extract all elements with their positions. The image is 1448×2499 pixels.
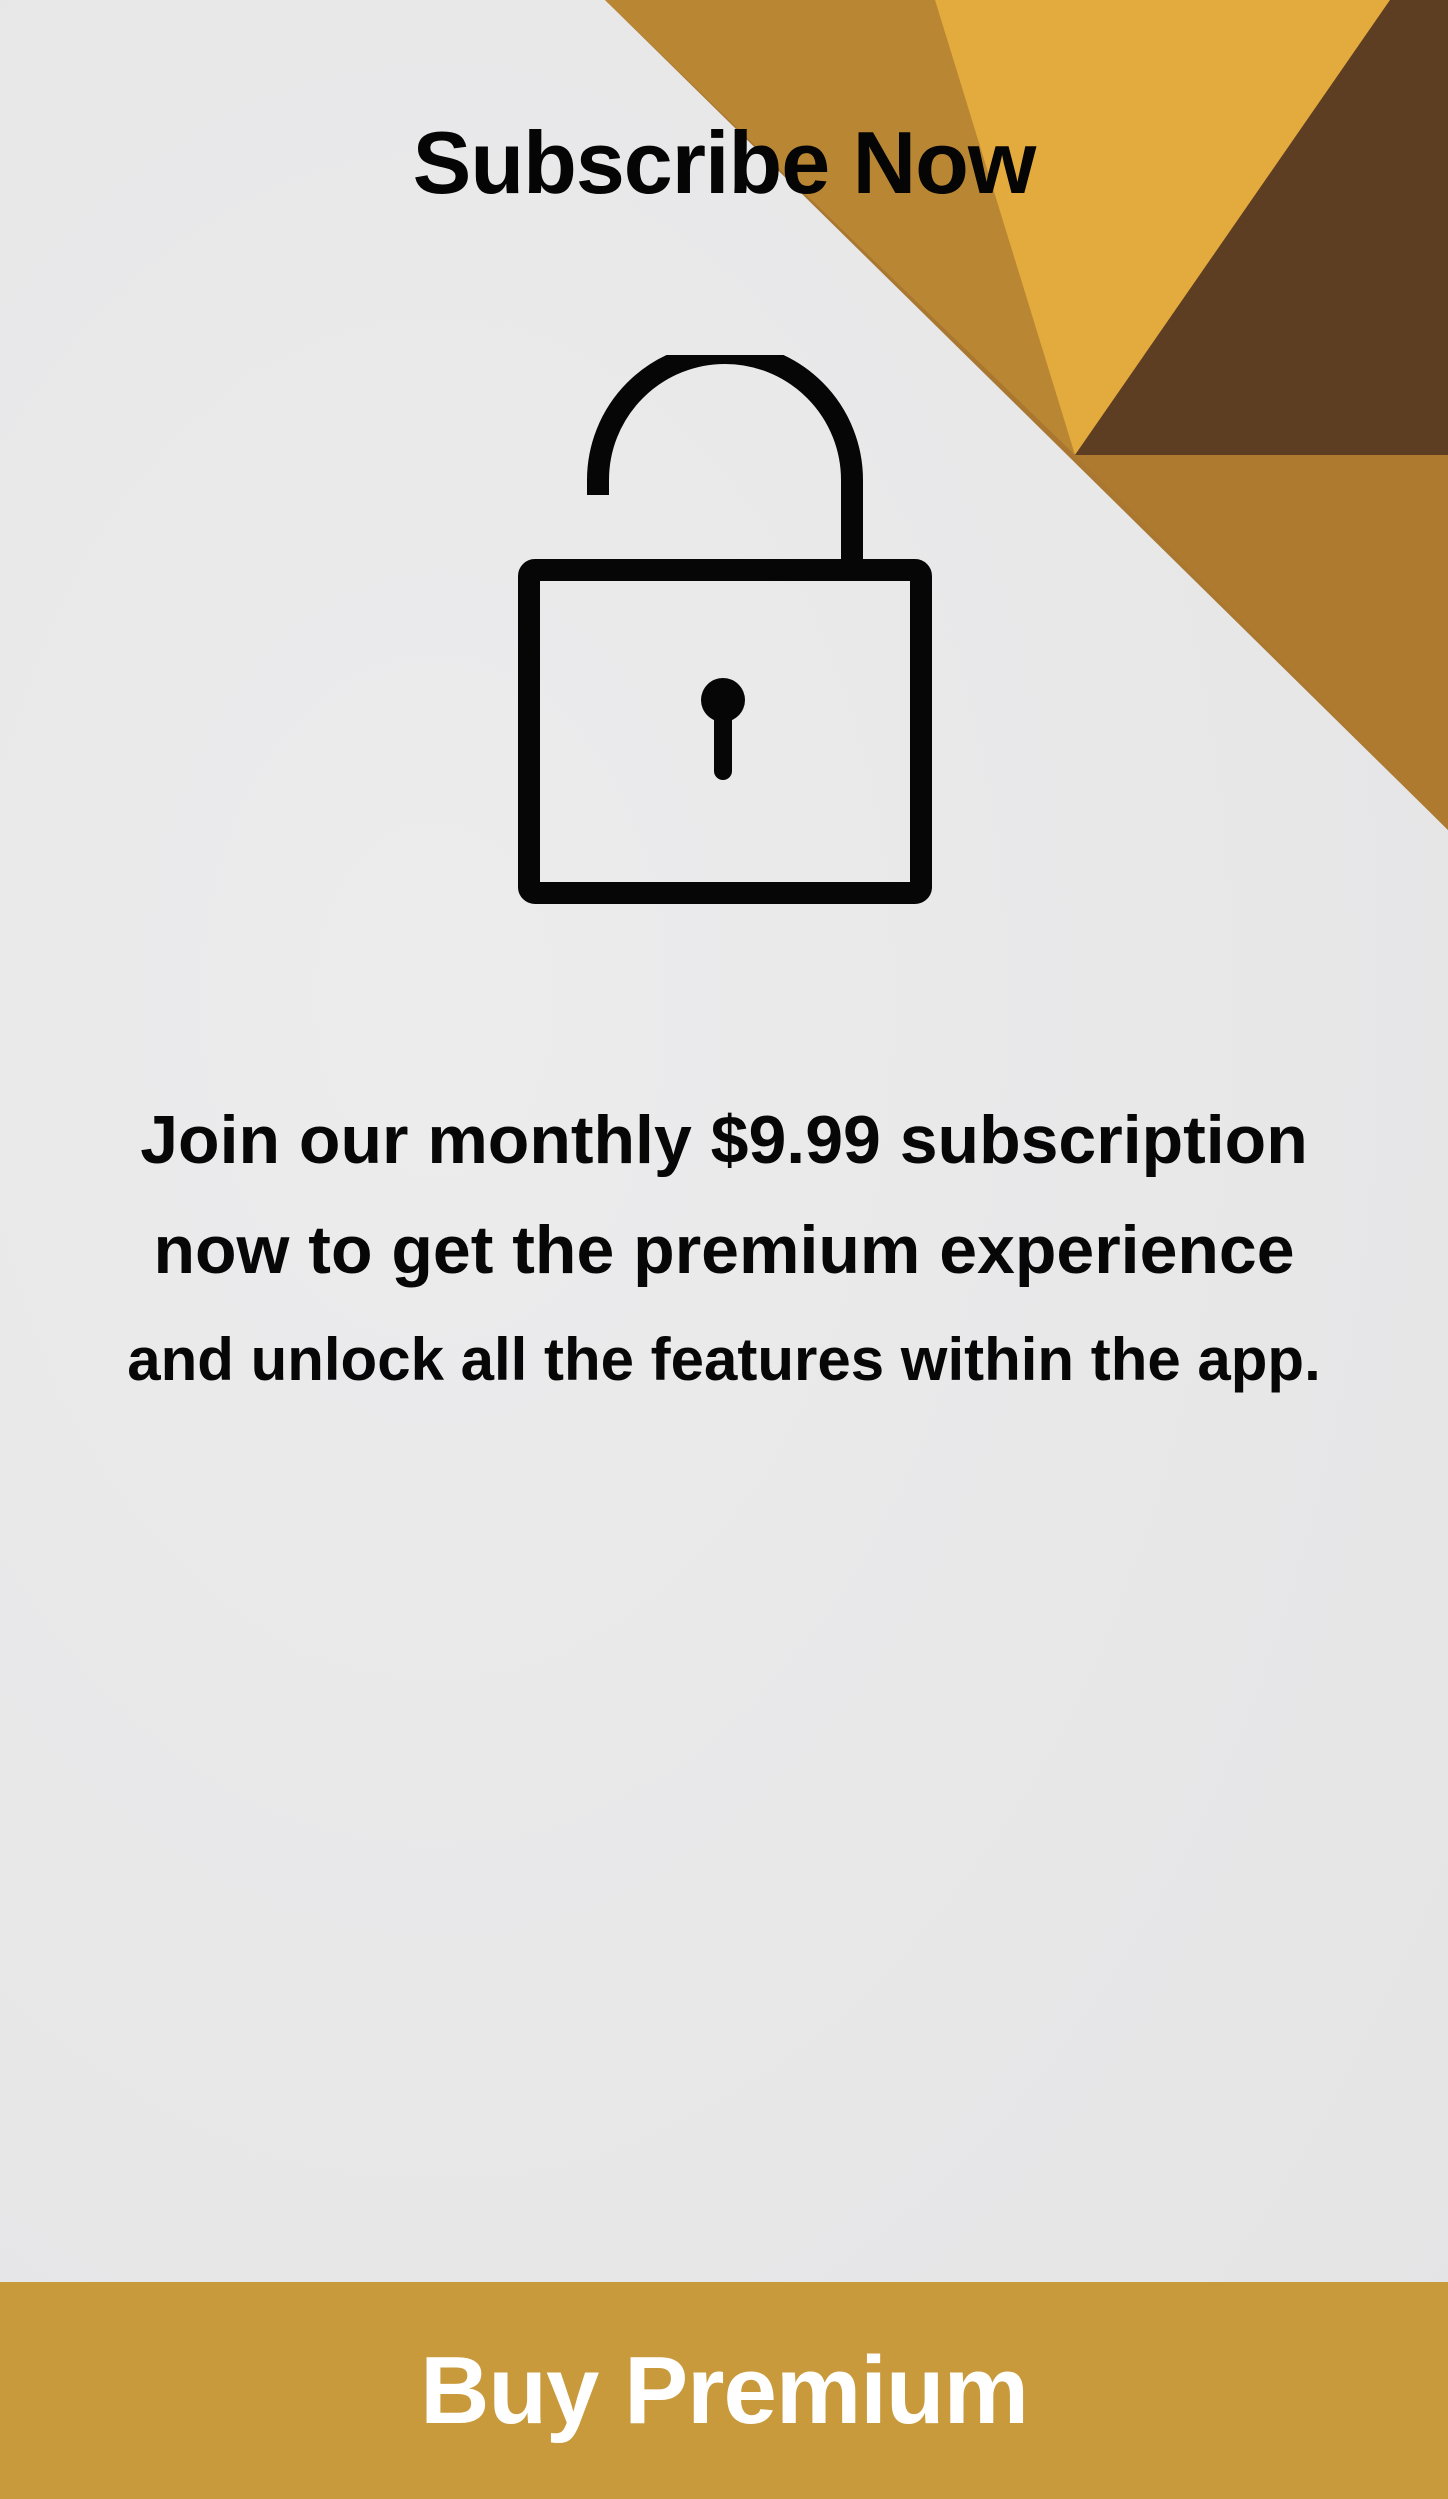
buy-premium-button[interactable]: Buy Premium [0, 2282, 1448, 2499]
description-line-2: now to get the premium experience [153, 1212, 1295, 1288]
page-title: Subscribe Now [412, 113, 1037, 212]
unlocked-padlock-icon [518, 355, 932, 904]
description-line-3: and unlock all the features within the a… [127, 1326, 1321, 1393]
subscription-screen: Subscribe Now Join our monthly $9.99 sub… [0, 0, 1448, 2499]
description-line-1: Join our monthly $9.99 subscription [140, 1102, 1308, 1178]
buy-premium-label: Buy Premium [420, 2336, 1029, 2444]
subscription-description: Join our monthly $9.99 subscription now … [0, 1085, 1448, 1415]
